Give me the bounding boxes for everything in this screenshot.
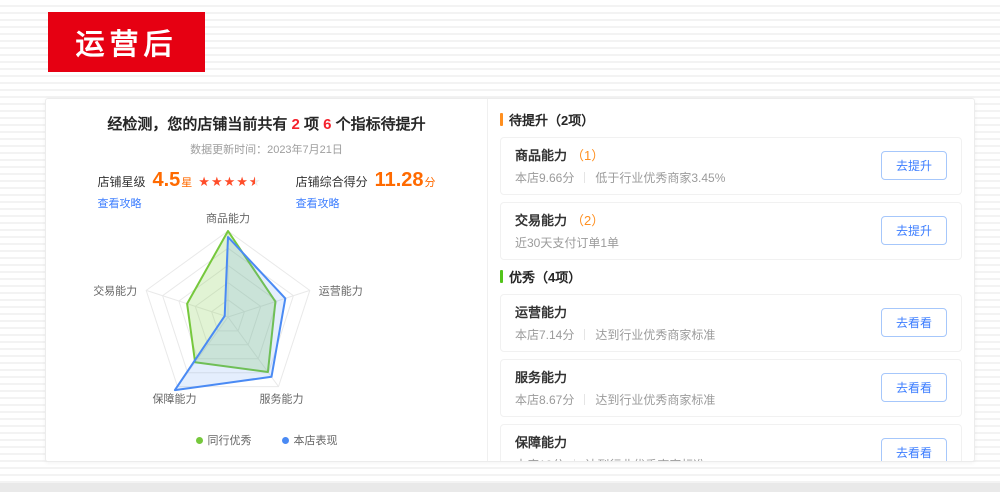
- summary-count-indicators: 6: [323, 116, 331, 133]
- detail-text: 达到行业优秀商家标准: [585, 456, 705, 461]
- section-title: 待提升（2项）: [509, 110, 594, 129]
- radar-axis-label: 交易能力: [93, 283, 137, 297]
- star-score-value: 4.5: [152, 169, 180, 192]
- section-accent-bar: [500, 270, 503, 283]
- indicator-detail: 本店9.66分 低于行业优秀商家3.45%: [515, 169, 725, 186]
- go-button[interactable]: 去看看: [881, 438, 947, 461]
- summary-title-suffix: 个指标待提升: [332, 116, 426, 133]
- radar-chart-area: 商品能力运营能力服务能力 保障能力 交易能力: [46, 197, 488, 437]
- indicator-title: 商品能力（1）: [515, 145, 725, 164]
- indicator-info: 运营能力本店7.14分 达到行业优秀商家标准: [515, 302, 715, 343]
- indicator-detail: 本店7.14分 达到行业优秀商家标准: [515, 326, 715, 343]
- composite-score-row: 店铺综合得分 11.28 分: [296, 169, 436, 192]
- overview-section: 经检测，您的店铺当前共有 2 项 6 个指标待提升 数据更新时间：2023年7月…: [46, 99, 488, 461]
- section-header: 待提升（2项）: [500, 110, 962, 129]
- go-button[interactable]: 去看看: [881, 308, 947, 337]
- chart-legend: 同行优秀 本店表现: [46, 432, 487, 448]
- summary-title-prefix: 经检测，您的店铺当前共有: [107, 116, 291, 133]
- section-accent-bar: [500, 113, 503, 126]
- shop-diagnosis-card: 经检测，您的店铺当前共有 2 项 6 个指标待提升 数据更新时间：2023年7月…: [45, 98, 975, 462]
- indicator-card: 交易能力（2） 近30天支付订单1单 去提升: [500, 202, 962, 260]
- composite-score-unit: 分: [425, 174, 436, 190]
- summary-title-mid: 项: [300, 116, 323, 133]
- detail-divider: [584, 172, 585, 183]
- detail-text: 达到行业优秀商家标准: [595, 326, 715, 343]
- legend-item: 同行优秀: [196, 432, 252, 448]
- detail-text: 本店9.66分: [515, 169, 574, 186]
- indicator-title: 交易能力（2）: [515, 210, 619, 229]
- star-full-icon: ★: [224, 174, 236, 189]
- indicator-info: 交易能力（2） 近30天支付订单1单: [515, 210, 619, 251]
- radar-axis-label: 商品能力: [206, 211, 250, 225]
- indicator-card: 保障能力本店10分 达到行业优秀商家标准 去看看: [500, 424, 962, 461]
- legend-item: 本店表现: [282, 432, 338, 448]
- indicator-info: 服务能力本店8.67分 达到行业优秀商家标准: [515, 367, 715, 408]
- summary-count-items: 2: [291, 116, 299, 133]
- go-button[interactable]: 去提升: [881, 151, 947, 180]
- indicator-card: 服务能力本店8.67分 达到行业优秀商家标准 去看看: [500, 359, 962, 417]
- indicator-panel: 待提升（2项）商品能力（1）本店9.66分低于行业优秀商家3.45%去提升交易能…: [488, 99, 974, 461]
- indicator-card: 运营能力本店7.14分 达到行业优秀商家标准 去看看: [500, 294, 962, 352]
- legend-dot-icon: [282, 437, 289, 444]
- indicator-detail: 本店10分 达到行业优秀商家标准: [515, 456, 705, 461]
- detail-text: 本店10分: [515, 456, 564, 461]
- summary-title: 经检测，您的店铺当前共有 2 项 6 个指标待提升: [46, 113, 487, 134]
- go-button[interactable]: 去提升: [881, 216, 947, 245]
- indicator-title: 运营能力: [515, 302, 715, 321]
- section-header: 优秀（4项）: [500, 267, 962, 286]
- detail-divider: [584, 394, 585, 405]
- radar-axis-label: 服务能力: [260, 392, 304, 406]
- composite-score-value: 11.28: [375, 169, 424, 192]
- legend-label: 本店表现: [294, 432, 338, 448]
- indicator-card: 商品能力（1） 本店9.66分 低于行业优秀商家3.45% 去提升: [500, 137, 962, 195]
- radar-chart: 商品能力运营能力服务能力 保障能力 交易能力: [46, 197, 488, 432]
- star-half-icon: ★★: [249, 175, 261, 188]
- radar-axis-label: 保障能力: [153, 392, 197, 406]
- detail-text: 近30天支付订单1单: [515, 234, 619, 251]
- detail-divider: [574, 459, 575, 461]
- indicator-info: 保障能力本店10分 达到行业优秀商家标准: [515, 432, 705, 461]
- detail-text: 本店7.14分: [515, 326, 574, 343]
- star-rating: ★★★★★★: [198, 175, 261, 188]
- star-full-icon: ★: [236, 174, 248, 189]
- star-score-row: 店铺星级 4.5 星 ★★★★★★: [97, 169, 261, 192]
- star-full-icon: ★: [211, 174, 223, 189]
- stage-badge: 运营后: [48, 12, 205, 72]
- indicator-count: （1）: [571, 148, 604, 163]
- section-title: 优秀（4项）: [509, 267, 581, 286]
- data-update-time: 数据更新时间：2023年7月21日: [46, 141, 487, 157]
- detail-text: 低于行业优秀商家3.45%: [595, 169, 725, 186]
- legend-label: 同行优秀: [208, 432, 252, 448]
- indicator-detail: 本店8.67分 达到行业优秀商家标准: [515, 391, 715, 408]
- indicator-info: 商品能力（1） 本店9.66分 低于行业优秀商家3.45%: [515, 145, 725, 186]
- radar-axis-label: 运营能力: [319, 283, 363, 297]
- page-bottom-strip: [0, 483, 1000, 492]
- detail-text: 达到行业优秀商家标准: [595, 391, 715, 408]
- page-background: 运营后 经检测，您的店铺当前共有 2 项 6 个指标待提升 数据更新时间：202…: [0, 0, 1000, 492]
- legend-dot-icon: [196, 437, 203, 444]
- star-full-icon: ★: [198, 174, 210, 189]
- star-score-label: 店铺星级: [97, 173, 145, 190]
- indicator-detail: 近30天支付订单1单: [515, 234, 619, 251]
- detail-divider: [584, 329, 585, 340]
- indicator-title: 服务能力: [515, 367, 715, 386]
- composite-score-label: 店铺综合得分: [296, 173, 368, 190]
- star-score-unit: 星: [181, 174, 192, 190]
- detail-text: 本店8.67分: [515, 391, 574, 408]
- stage-badge-label: 运营后: [75, 21, 177, 63]
- indicator-title: 保障能力: [515, 432, 705, 451]
- indicator-count: （2）: [571, 213, 604, 228]
- go-button[interactable]: 去看看: [881, 373, 947, 402]
